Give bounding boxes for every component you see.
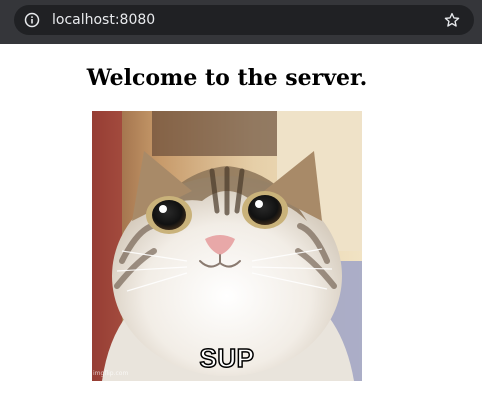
cat-meme-image	[92, 111, 362, 381]
url-text[interactable]: localhost:8080	[52, 11, 155, 29]
info-icon[interactable]	[24, 12, 40, 28]
image-watermark: imgflip.com	[93, 370, 129, 377]
star-icon[interactable]	[443, 11, 461, 29]
page-title: Welcome to the server.	[86, 65, 368, 91]
address-bar[interactable]: localhost:8080	[14, 5, 474, 35]
meme-caption: SUP	[199, 342, 255, 374]
browser-toolbar: localhost:8080	[0, 0, 482, 44]
